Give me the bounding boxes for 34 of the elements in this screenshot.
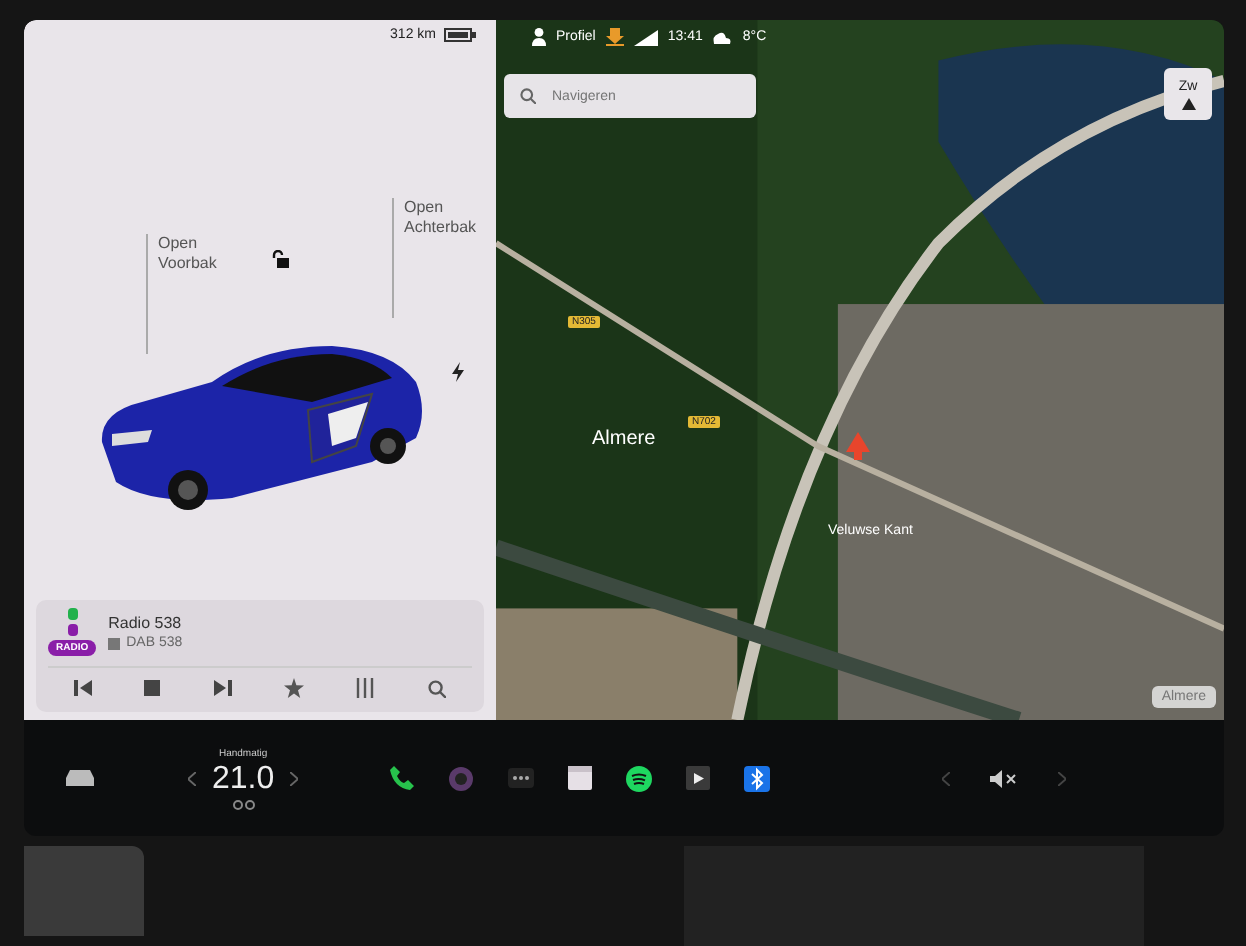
search-icon[interactable] (427, 679, 446, 697)
equalizer-icon[interactable] (356, 678, 375, 698)
mute-icon[interactable] (990, 769, 1019, 787)
search-icon (520, 88, 536, 104)
car-icon[interactable] (64, 768, 96, 788)
station-logo-icon (67, 608, 78, 636)
cloud-icon (712, 30, 733, 44)
previous-icon[interactable] (74, 680, 93, 696)
chevron-right-icon[interactable] (290, 771, 299, 785)
next-icon[interactable] (213, 680, 232, 696)
place-label: Almere (592, 428, 656, 450)
trunk-label[interactable]: Open Achterbak (404, 198, 477, 240)
air-vent (24, 846, 144, 936)
calendar-icon[interactable] (568, 766, 593, 790)
bluetooth-icon[interactable] (744, 765, 771, 791)
person-icon[interactable] (532, 28, 546, 46)
frunk-label[interactable]: Open Voorbak (158, 234, 217, 276)
stop-icon[interactable] (144, 680, 161, 696)
star-icon[interactable] (284, 678, 305, 698)
music-app-icon[interactable] (626, 765, 653, 791)
signal-icon (633, 29, 658, 45)
chevron-left-icon[interactable] (188, 771, 196, 785)
station-name: Radio 538 (108, 614, 183, 632)
north-arrow-icon (1181, 97, 1195, 109)
lightning-icon[interactable] (452, 362, 464, 382)
video-icon[interactable] (686, 766, 711, 790)
cabin-temperature[interactable]: 21.0 (212, 761, 275, 797)
radio-icon (108, 637, 121, 649)
phone-icon[interactable] (390, 766, 415, 790)
more-icon[interactable] (508, 768, 535, 788)
unlocked-padlock-icon[interactable] (272, 250, 290, 268)
download-icon[interactable] (605, 28, 624, 46)
seat-heater-icon[interactable] (231, 799, 256, 809)
battery-icon (444, 28, 476, 42)
